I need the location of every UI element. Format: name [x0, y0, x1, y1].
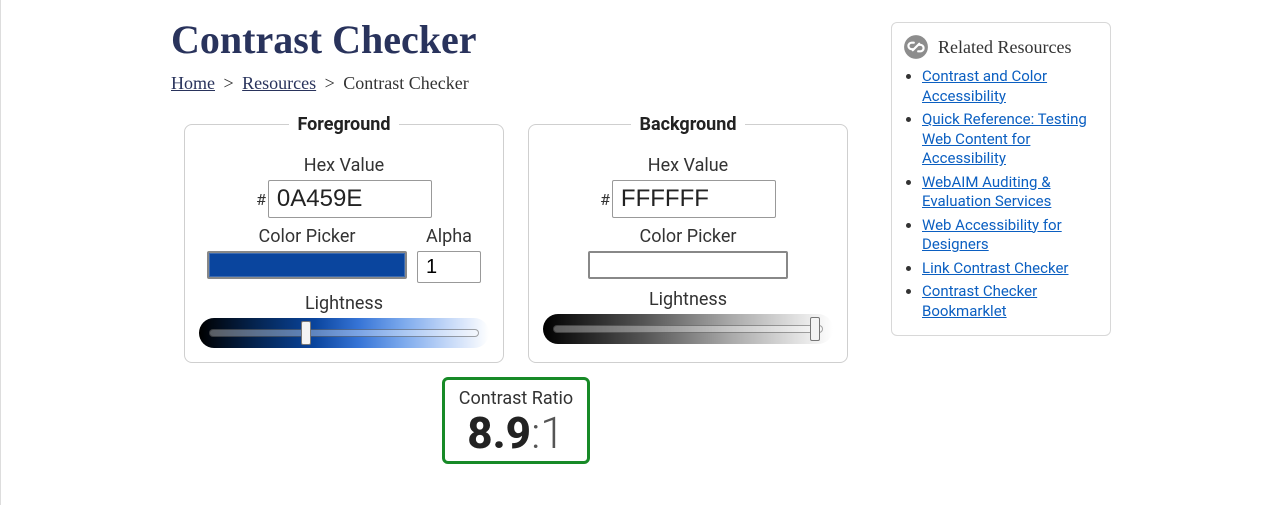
- slider-rail: [553, 325, 823, 333]
- hash-symbol: #: [600, 190, 610, 209]
- related-resources: Related Resources Contrast and Color Acc…: [891, 22, 1111, 336]
- contrast-ratio-label: Contrast Ratio: [455, 388, 577, 409]
- fg-color-swatch[interactable]: [207, 251, 407, 279]
- list-item: Quick Reference: Testing Web Content for…: [922, 110, 1100, 169]
- foreground-legend: Foreground: [289, 114, 398, 135]
- page-title: Contrast Checker: [171, 16, 861, 63]
- breadcrumb-sep: >: [321, 73, 339, 93]
- related-header-text: Related Resources: [938, 37, 1071, 58]
- breadcrumb-home[interactable]: Home: [171, 73, 215, 93]
- breadcrumb-sep: >: [220, 73, 238, 93]
- fg-lightness-thumb[interactable]: [301, 321, 311, 345]
- related-link-1[interactable]: Quick Reference: Testing Web Content for…: [922, 110, 1087, 167]
- list-item: WebAIM Auditing & Evaluation Services: [922, 173, 1100, 212]
- bg-lightness-slider[interactable]: [543, 314, 833, 344]
- bg-lightness-label: Lightness: [543, 289, 833, 310]
- list-item: Link Contrast Checker: [922, 259, 1100, 279]
- fg-lightness-slider[interactable]: [199, 318, 489, 348]
- bg-color-swatch[interactable]: [588, 251, 788, 279]
- fg-lightness-label: Lightness: [199, 293, 489, 314]
- related-link-2[interactable]: WebAIM Auditing & Evaluation Services: [922, 173, 1051, 211]
- fg-alpha-label: Alpha: [426, 226, 472, 247]
- related-link-3[interactable]: Web Accessibility for Designers: [922, 216, 1062, 254]
- related-link-5[interactable]: Contrast Checker Bookmarklet: [922, 282, 1037, 320]
- fg-hex-input[interactable]: [268, 180, 432, 218]
- list-item: Contrast Checker Bookmarklet: [922, 282, 1100, 321]
- link-icon: [902, 33, 930, 61]
- list-item: Contrast and Color Accessibility: [922, 67, 1100, 106]
- hash-symbol: #: [256, 190, 266, 209]
- fg-picker-label: Color Picker: [259, 226, 356, 247]
- foreground-panel: Foreground Hex Value # Color Picker Alph…: [184, 114, 504, 363]
- breadcrumb: Home > Resources > Contrast Checker: [171, 73, 861, 94]
- related-link-4[interactable]: Link Contrast Checker: [922, 259, 1068, 277]
- list-item: Web Accessibility for Designers: [922, 216, 1100, 255]
- fg-alpha-input[interactable]: [417, 251, 481, 283]
- contrast-ratio-value: 8.9:1: [455, 409, 577, 457]
- contrast-ratio-box: Contrast Ratio 8.9:1: [442, 377, 590, 464]
- bg-hex-input[interactable]: [612, 180, 776, 218]
- related-link-0[interactable]: Contrast and Color Accessibility: [922, 67, 1047, 105]
- breadcrumb-current: Contrast Checker: [343, 73, 468, 93]
- bg-picker-label: Color Picker: [640, 226, 737, 247]
- breadcrumb-resources[interactable]: Resources: [242, 73, 316, 93]
- background-panel: Background Hex Value # Color Picker Ligh…: [528, 114, 848, 363]
- bg-lightness-thumb[interactable]: [810, 317, 820, 341]
- fg-hex-label: Hex Value: [199, 155, 489, 176]
- slider-rail: [209, 329, 479, 337]
- background-legend: Background: [631, 114, 744, 135]
- bg-hex-label: Hex Value: [543, 155, 833, 176]
